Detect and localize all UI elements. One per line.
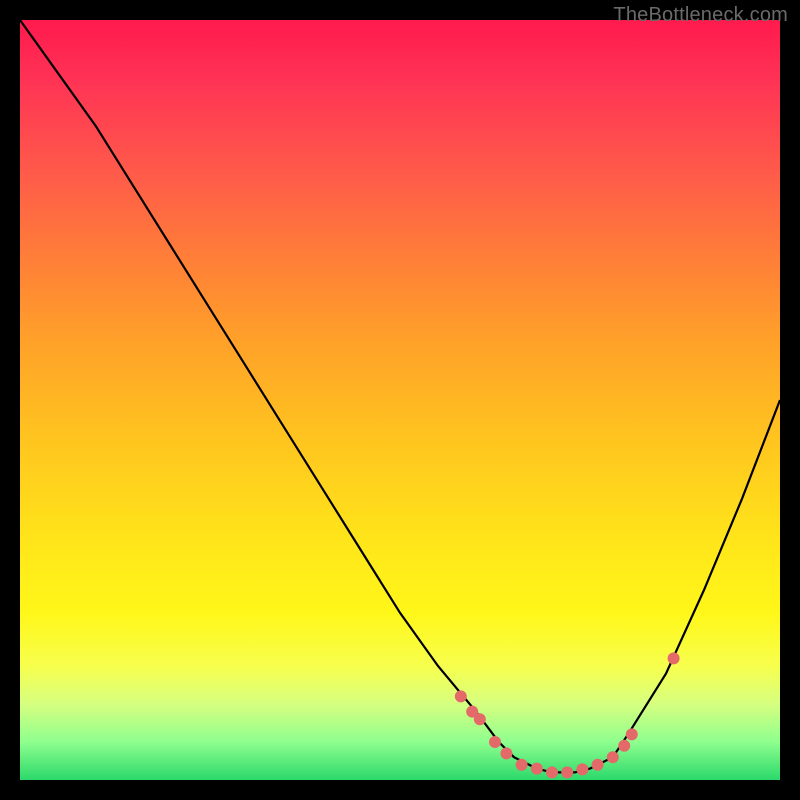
marker-dot xyxy=(500,747,512,759)
marker-dot xyxy=(455,690,467,702)
marker-dot xyxy=(546,766,558,778)
marker-dot xyxy=(618,740,630,752)
marker-dot xyxy=(576,763,588,775)
marker-dot xyxy=(626,728,638,740)
marker-dot xyxy=(668,652,680,664)
marker-dot xyxy=(474,713,486,725)
marker-dots-group xyxy=(455,652,680,778)
bottleneck-curve xyxy=(20,20,780,772)
marker-dot xyxy=(592,759,604,771)
chart-svg xyxy=(20,20,780,780)
marker-dot xyxy=(531,763,543,775)
marker-dot xyxy=(516,759,528,771)
chart-plot-area xyxy=(20,20,780,780)
marker-dot xyxy=(561,766,573,778)
marker-dot xyxy=(607,751,619,763)
marker-dot xyxy=(489,736,501,748)
watermark-text: TheBottleneck.com xyxy=(613,4,788,27)
